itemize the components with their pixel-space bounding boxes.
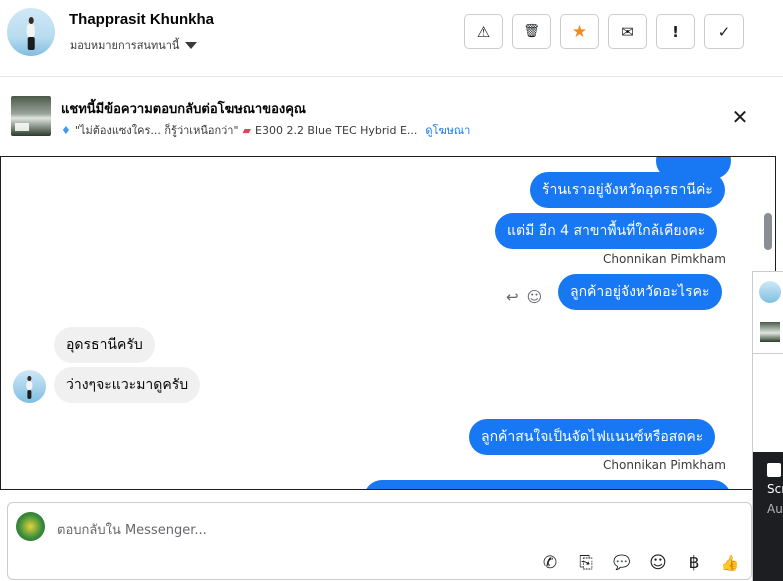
assign-conversation-dropdown[interactable]: มอบหมายการสนทนานี้	[70, 36, 198, 54]
divider	[753, 353, 783, 354]
composer-toolbar: ✆ ⎘ 💬 ☺ ฿ 👍	[532, 551, 748, 575]
message-bubble-incoming[interactable]: อุดรธานีครับ	[54, 327, 155, 363]
star-icon: ★	[571, 21, 588, 42]
attachment-icon[interactable]: ⎘	[568, 551, 604, 575]
message-bubble-outgoing[interactable]: ลูกค้าอยู่จังหวัดอะไรคะ	[558, 274, 722, 310]
diamond-icon: ♦	[61, 123, 71, 137]
warning-icon: ⚠	[476, 22, 491, 41]
trash-icon: 🗑	[523, 24, 540, 39]
page-avatar	[16, 512, 45, 541]
message-bubble-incoming[interactable]: ว่างๆจะแวะมาดูครับ	[54, 367, 201, 403]
view-ad-link[interactable]: ดูโฆษณา	[425, 121, 470, 139]
side-panel-dark-card: Scr Au	[753, 452, 783, 581]
avatar-person-figure	[26, 16, 37, 51]
message-thread[interactable]: ร้านเราอยู่จังหวัดอุดรธานีค่ะ แต่มี อีก …	[0, 156, 776, 490]
side-panel-subtext: Au	[767, 502, 783, 516]
message-bubble-partial	[364, 480, 731, 489]
side-panel-avatar[interactable]	[759, 281, 781, 303]
follow-up-icon: !	[672, 22, 679, 41]
sender-name: Chonnikan Pimkham	[603, 252, 726, 266]
ad-thumbnail	[11, 96, 51, 136]
reply-icon[interactable]: ↩	[506, 288, 519, 306]
reply-input[interactable]: ตอบกลับใน Messenger...	[57, 519, 207, 540]
car-icon: ▰	[242, 123, 251, 137]
side-panel: Scr Au	[752, 271, 783, 581]
app-icon	[767, 463, 781, 477]
report-spam-button[interactable]: ⚠	[464, 14, 503, 49]
emoji-icon[interactable]: ☺	[640, 551, 676, 575]
check-icon: ✓	[717, 22, 731, 41]
ad-snippet-quote: "ไม่ต้องแซงใคร... ก็รู้ว่าเหนือกว่า"	[74, 124, 239, 137]
add-call-icon[interactable]: ✆	[532, 551, 568, 575]
star-button[interactable]: ★	[560, 14, 599, 49]
ad-snippet: ♦ "ไม่ต้องแซงใคร... ก็รู้ว่าเหนือกว่า" ▰…	[61, 121, 470, 139]
caret-down-icon	[185, 41, 198, 49]
side-panel-text: Scr	[767, 482, 783, 496]
message-bubble-outgoing[interactable]: แต่มี อีก 4 สาขาพื้นที่ใกล้เคียงคะ	[495, 213, 718, 249]
ad-reply-banner: แชทนี้มีข้อความตอบกลับต่อโฆษณาของคุณ ♦ "…	[0, 78, 783, 155]
message-actions: ↩ ☺	[506, 288, 542, 306]
sender-name: Chonnikan Pimkham	[603, 458, 726, 472]
mark-done-button[interactable]: ✓	[704, 14, 744, 49]
delete-button[interactable]: 🗑	[512, 14, 551, 49]
assign-conversation-label: มอบหมายการสนทนานี้	[70, 39, 180, 52]
baht-icon[interactable]: ฿	[676, 551, 712, 575]
mail-open-icon: ✉	[621, 22, 634, 41]
conversation-header: Thapprasit Khunkha มอบหมายการสนทนานี้ ⚠ …	[0, 0, 783, 77]
message-bubble-outgoing[interactable]: ร้านเราอยู่จังหวัดอุดรธานีค่ะ	[530, 172, 725, 208]
follow-up-button[interactable]: !	[656, 14, 695, 49]
mark-unread-button[interactable]: ✉	[608, 14, 647, 49]
ad-snippet-car: E300 2.2 Blue TEC Hybrid E...	[255, 123, 418, 137]
ad-banner-title: แชทนี้มีข้อความตอบกลับต่อโฆษณาของคุณ	[61, 102, 306, 117]
like-icon[interactable]: 👍	[712, 551, 748, 575]
saved-reply-icon[interactable]: 💬	[604, 551, 640, 575]
message-bubble-outgoing[interactable]: ลูกค้าสนใจเป็นจัดไฟแนนซ์หรือสดคะ	[469, 419, 716, 455]
contact-avatar[interactable]	[7, 8, 55, 56]
contact-message-avatar	[13, 370, 46, 403]
thread-scrollbar[interactable]	[764, 213, 772, 250]
react-emoji-icon[interactable]: ☺	[527, 288, 543, 306]
reply-composer: ตอบกลับใน Messenger... ✆ ⎘ 💬 ☺ ฿ 👍	[7, 502, 752, 580]
contact-name[interactable]: Thapprasit Khunkha	[69, 11, 214, 28]
close-icon[interactable]: ✕	[729, 105, 751, 129]
side-panel-ad-thumbnail	[760, 322, 780, 342]
